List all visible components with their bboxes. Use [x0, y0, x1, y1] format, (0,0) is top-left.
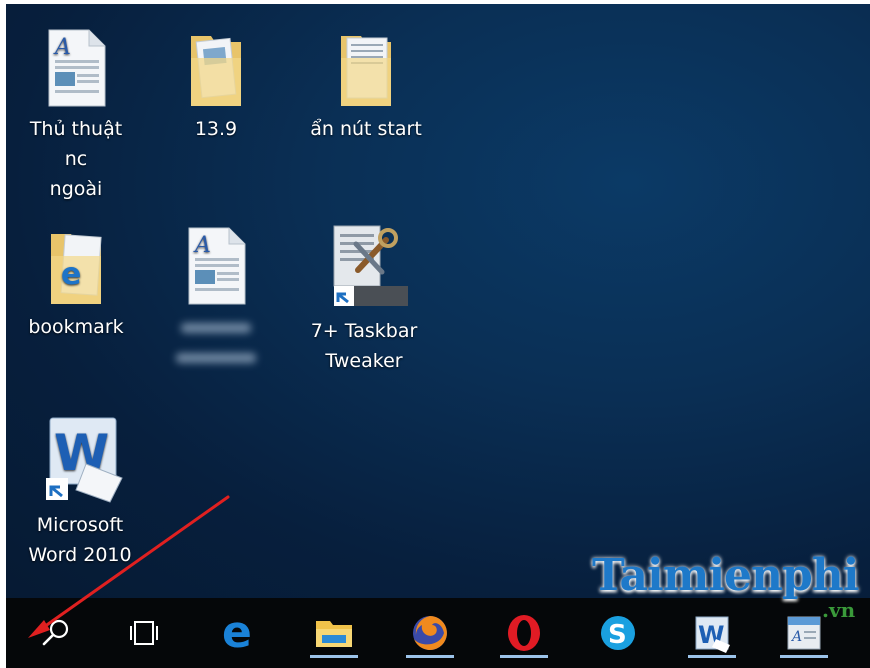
svg-text:A: A: [53, 35, 71, 60]
desktop-icon-label: bookmark: [28, 316, 124, 338]
opera-button[interactable]: [496, 608, 552, 658]
desktop-icon-label: 7+ Taskbar Tweaker: [310, 320, 418, 372]
running-indicator: [780, 655, 828, 658]
word-icon: W: [695, 616, 730, 653]
skype-button[interactable]: S: [590, 608, 646, 658]
edge-button[interactable]: e: [212, 608, 268, 658]
desktop-icon-label: 13.9: [194, 118, 238, 140]
desktop-icon-label: Thủ thuật nc ngoài: [29, 118, 123, 200]
word-2010-icon: W: [46, 417, 123, 503]
blurred-label: [156, 312, 276, 372]
desktop-icon-7-taskbar-tweaker[interactable]: 7+ Taskbar Tweaker: [304, 224, 424, 376]
task-view-icon: [130, 621, 158, 645]
task-view-button[interactable]: [116, 608, 172, 658]
skype-icon: S: [601, 616, 635, 650]
watermark-brand: Taimienphi: [592, 550, 859, 601]
edge-icon: e: [222, 613, 252, 653]
folder-icon: [341, 36, 391, 106]
desktop-icon-thu-thuat[interactable]: A Thủ thuật nc ngoài: [16, 28, 136, 204]
running-indicator: [500, 655, 548, 658]
word-button[interactable]: W: [684, 608, 740, 658]
document-icon: A: [48, 29, 106, 107]
folder-icon: [191, 36, 241, 106]
folder-ie-icon: e: [51, 234, 102, 304]
running-indicator: [406, 655, 454, 658]
desktop-icon-bookmark[interactable]: e bookmark: [16, 226, 136, 342]
wordpad-icon: A: [787, 616, 821, 650]
desktop-icon-label: Microsoft Word 2010: [28, 514, 132, 566]
desktop-icon-an-nut-start[interactable]: ẩn nút start: [306, 28, 426, 144]
file-explorer-icon: [316, 621, 352, 647]
desktop-icon-13-9[interactable]: 13.9: [156, 28, 276, 144]
svg-text:S: S: [608, 620, 627, 650]
document-icon: A: [188, 227, 246, 305]
desktop[interactable]: A Thủ thuật nc ngoài 13.9 ẩn nút start e…: [6, 4, 870, 598]
running-indicator: [310, 655, 358, 658]
watermark-suffix: .vn: [822, 598, 856, 622]
taskbar-tweaker-icon: [333, 225, 408, 306]
desktop-icon-microsoft-word-2010[interactable]: W Microsoft Word 2010: [20, 414, 140, 570]
search-icon: [42, 619, 69, 646]
search-button[interactable]: [28, 608, 84, 658]
svg-text:A: A: [790, 629, 802, 645]
firefox-button[interactable]: [402, 608, 458, 658]
file-explorer-button[interactable]: [306, 608, 362, 658]
opera-icon: [508, 615, 540, 651]
firefox-icon: [413, 616, 447, 650]
svg-text:e: e: [61, 257, 81, 292]
running-indicator: [688, 655, 736, 658]
desktop-icon-label: ẩn nút start: [310, 118, 422, 140]
svg-text:A: A: [193, 233, 211, 258]
desktop-icon-blurred-document[interactable]: A: [156, 226, 276, 372]
svg-text:e: e: [222, 613, 252, 653]
taskbar: e S W A: [6, 598, 870, 668]
